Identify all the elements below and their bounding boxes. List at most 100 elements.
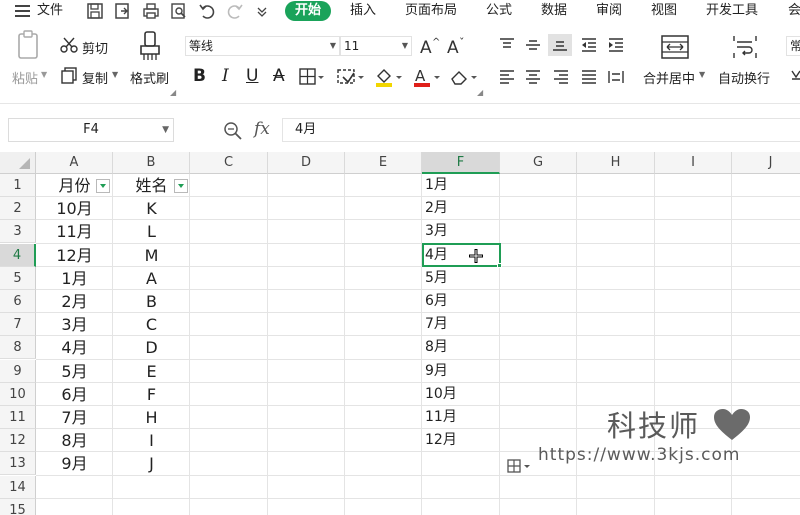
save-icon[interactable]: [86, 2, 104, 20]
column-header[interactable]: B: [113, 152, 190, 174]
cell-b[interactable]: F: [113, 383, 190, 406]
cut-icon[interactable]: [60, 36, 78, 58]
cell-f[interactable]: 8月: [422, 336, 500, 359]
insert-function-button[interactable]: fx: [254, 119, 270, 139]
cell-a[interactable]: 3月: [36, 313, 113, 336]
copy-icon[interactable]: [60, 66, 78, 88]
formula-input[interactable]: 4月: [282, 118, 800, 142]
column-header[interactable]: H: [577, 152, 655, 174]
cell-f[interactable]: 11月: [422, 406, 500, 429]
format-painter-button[interactable]: 格式刷: [130, 68, 169, 87]
row-header[interactable]: 15: [0, 498, 36, 515]
tab-review[interactable]: 审阅: [596, 2, 622, 20]
merge-dropdown-icon[interactable]: ▼: [699, 70, 705, 79]
column-header[interactable]: F: [422, 152, 500, 174]
copy-button[interactable]: 复制: [82, 68, 108, 87]
column-header[interactable]: J: [732, 152, 800, 174]
currency-icon[interactable]: [790, 68, 800, 90]
cell-a[interactable]: 7月: [36, 406, 113, 429]
justify-icon[interactable]: [580, 68, 598, 90]
tab-formulas[interactable]: 公式: [486, 2, 512, 20]
cell-a[interactable]: 11月: [36, 220, 113, 243]
redo-icon[interactable]: [226, 2, 244, 20]
tab-data[interactable]: 数据: [541, 2, 567, 20]
row-header[interactable]: 6: [0, 290, 36, 313]
column-header[interactable]: I: [655, 152, 732, 174]
paste-options-icon[interactable]: [506, 457, 532, 479]
tab-membership[interactable]: 会: [788, 2, 800, 20]
row-header[interactable]: 9: [0, 359, 36, 383]
export-icon[interactable]: [114, 2, 132, 20]
column-header[interactable]: D: [268, 152, 345, 174]
cell-a[interactable]: 2月: [36, 290, 113, 313]
menu-icon[interactable]: [14, 3, 32, 21]
cell-b[interactable]: B: [113, 290, 190, 313]
cell-f[interactable]: 12月: [422, 429, 500, 452]
column-header[interactable]: E: [345, 152, 422, 174]
row-header[interactable]: 8: [0, 336, 36, 360]
row-header[interactable]: 12: [0, 429, 36, 453]
print-preview-icon[interactable]: [170, 2, 188, 20]
column-header[interactable]: G: [500, 152, 577, 174]
chevron-down-icon[interactable]: ▼: [162, 119, 169, 141]
cell-b[interactable]: I: [113, 429, 190, 452]
undo-icon[interactable]: [198, 2, 216, 20]
row-header[interactable]: 3: [0, 220, 36, 244]
active-cell-frame[interactable]: [422, 243, 501, 267]
row-header[interactable]: 5: [0, 266, 36, 290]
decrease-indent-icon[interactable]: [580, 36, 598, 58]
tab-home[interactable]: 开始: [285, 1, 332, 21]
row-header[interactable]: 2: [0, 197, 36, 221]
border-icon[interactable]: [299, 68, 325, 90]
cell-f[interactable]: 9月: [422, 360, 500, 383]
italic-button[interactable]: I: [222, 66, 229, 86]
align-bottom-icon[interactable]: [548, 34, 572, 56]
cell-a[interactable]: 5月: [36, 360, 113, 383]
tab-insert[interactable]: 插入: [350, 2, 376, 20]
column-header[interactable]: C: [190, 152, 268, 174]
align-left-icon[interactable]: [498, 68, 516, 90]
tab-developer[interactable]: 开发工具: [706, 2, 758, 20]
cell-b[interactable]: H: [113, 406, 190, 429]
fill-handle[interactable]: [497, 263, 502, 268]
bold-button[interactable]: B: [193, 66, 206, 86]
row-header[interactable]: 7: [0, 313, 36, 337]
cell-b[interactable]: A: [113, 267, 190, 290]
font-color-icon[interactable]: A: [412, 66, 442, 92]
number-format-select[interactable]: 常: [786, 36, 800, 56]
row-header[interactable]: 4: [0, 243, 36, 267]
cell-a[interactable]: 8月: [36, 429, 113, 452]
wrap-text-icon[interactable]: [732, 34, 758, 64]
clear-format-icon[interactable]: [449, 68, 479, 90]
merge-center-button[interactable]: 合并居中: [643, 68, 695, 87]
font-size-select[interactable]: 11 ▼: [340, 36, 412, 56]
cell-a[interactable]: 4月: [36, 336, 113, 359]
file-menu[interactable]: 文件: [37, 2, 63, 20]
tab-page-layout[interactable]: 页面布局: [405, 2, 457, 20]
row-header[interactable]: 11: [0, 406, 36, 429]
increase-indent-icon[interactable]: [607, 36, 625, 58]
cell-a[interactable]: 1月: [36, 267, 113, 290]
distributed-icon[interactable]: [607, 68, 625, 90]
cell-b[interactable]: K: [113, 197, 190, 220]
cell-b[interactable]: L: [113, 220, 190, 243]
zoom-search-icon[interactable]: [223, 121, 243, 145]
decrease-font-icon[interactable]: Aˇ: [446, 36, 468, 60]
align-middle-icon[interactable]: [524, 36, 542, 58]
cell-f[interactable]: 5月: [422, 267, 500, 290]
clipboard-group-launcher-icon[interactable]: ◢: [170, 88, 176, 97]
strikethrough-button[interactable]: A: [273, 66, 285, 86]
cell-f[interactable]: 3月: [422, 220, 500, 243]
filter-dropdown-icon[interactable]: [96, 179, 110, 193]
cell-b[interactable]: C: [113, 313, 190, 336]
more-chevron-icon[interactable]: [255, 2, 273, 20]
cell-f[interactable]: 6月: [422, 290, 500, 313]
print-icon[interactable]: [142, 2, 160, 20]
cell-f[interactable]: 7月: [422, 313, 500, 336]
align-right-icon[interactable]: [552, 68, 570, 90]
cell-f[interactable]: 10月: [422, 383, 500, 406]
paste-button[interactable]: 粘贴: [12, 68, 38, 87]
row-header[interactable]: 1: [0, 174, 36, 197]
cell-b[interactable]: M: [113, 244, 190, 267]
paste-dropdown-icon[interactable]: ▼: [41, 70, 47, 79]
